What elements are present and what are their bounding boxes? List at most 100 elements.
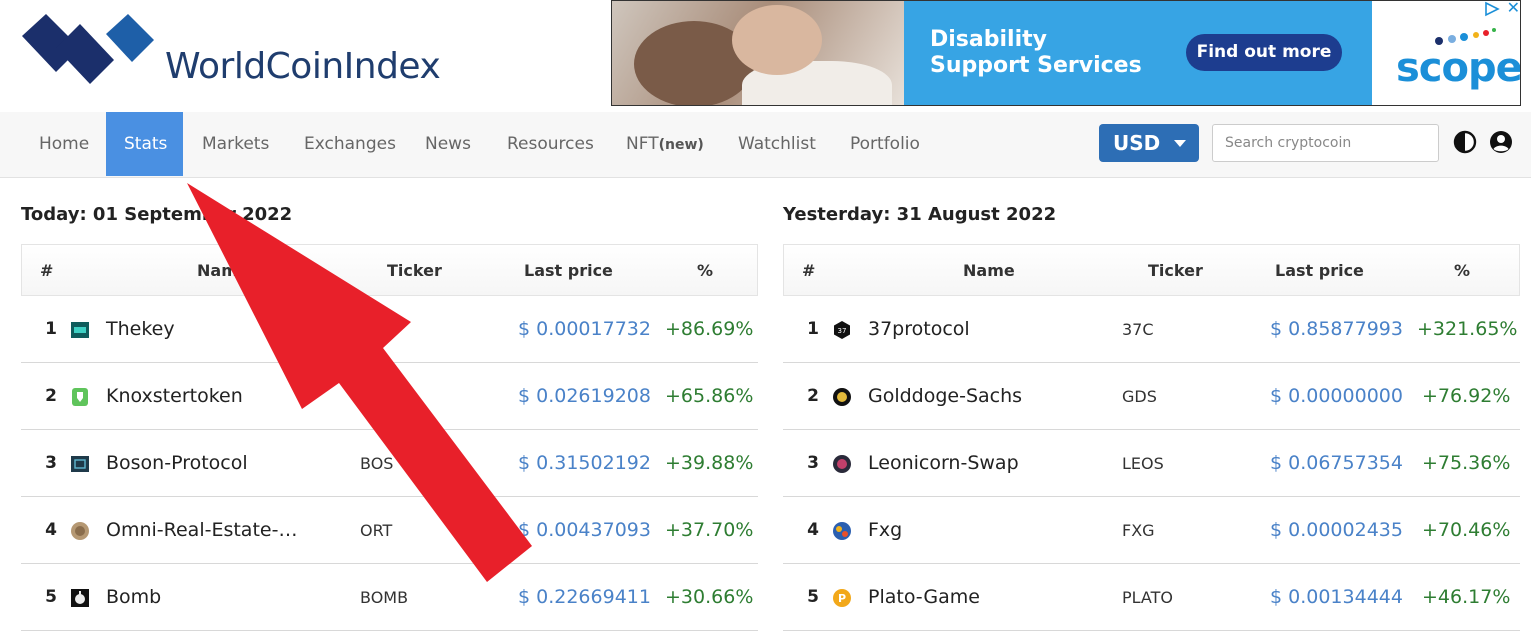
nav-nft[interactable]: NFT(new): [608, 112, 722, 176]
table-row[interactable]: 4 Fxg FXG $ 0.00002435 +70.46%: [783, 497, 1520, 564]
ad-close-icon[interactable]: ✕: [1507, 1, 1520, 17]
col-name: Name: [197, 261, 249, 280]
ticker: BOMB: [360, 588, 409, 607]
ticker: TKY: [360, 320, 390, 339]
last-price: $ 0.31502192: [518, 452, 651, 474]
rank: 5: [45, 587, 57, 607]
svg-text:P: P: [838, 592, 846, 605]
coin-name[interactable]: Plato-Game: [868, 564, 980, 631]
svg-text:37: 37: [838, 327, 847, 335]
nav-resources[interactable]: Resources: [489, 112, 612, 176]
logo-text: WorldCoinIndex: [165, 46, 441, 87]
ticker: LEOS: [1122, 454, 1164, 473]
last-price: $ 0.00002435: [1270, 519, 1403, 541]
ad-find-out-more-button[interactable]: Find out more: [1186, 34, 1342, 71]
rank: 3: [45, 453, 57, 473]
rank: 2: [807, 386, 819, 406]
coin-name[interactable]: Boson-Protocol: [106, 430, 248, 497]
ticker: PLATO: [1122, 588, 1173, 607]
nav-markets[interactable]: Markets: [184, 112, 287, 176]
coin-name[interactable]: 37protocol: [868, 296, 970, 363]
col-rank: #: [802, 261, 816, 280]
ad-headline: Disability Support Services: [930, 27, 1142, 78]
pct-change: +39.88%: [665, 452, 754, 474]
ad-info-icon[interactable]: [1484, 1, 1500, 17]
nav-portfolio[interactable]: Portfolio: [832, 112, 938, 176]
pct-change: +70.46%: [1422, 519, 1511, 541]
last-price: $ 0.00134444: [1270, 586, 1403, 608]
knoxstertoken-icon: [72, 388, 88, 406]
last-price: $ 0.00000000: [1270, 385, 1403, 407]
pct-change: +37.70%: [665, 519, 754, 541]
table-row[interactable]: 2 Knoxstertoken $ 0.02619208 +65.86%: [21, 363, 758, 430]
col-rank: #: [40, 261, 54, 280]
table-row[interactable]: 4 Omni-Real-Estate-… ORT $ 0.00437093 +3…: [21, 497, 758, 564]
site-logo[interactable]: WorldCoinIndex: [22, 14, 442, 94]
col-pct: %: [1454, 261, 1471, 280]
coin-name[interactable]: Omni-Real-Estate-…: [106, 497, 297, 564]
table-row[interactable]: 2 Golddoge-Sachs GDS $ 0.00000000 +76.92…: [783, 363, 1520, 430]
table-row[interactable]: 3 Boson-Protocol BOS $ 0.31502192 +39.88…: [21, 430, 758, 497]
pct-change: +76.92%: [1422, 385, 1511, 407]
37protocol-icon: 37: [834, 321, 850, 339]
ticker: GDS: [1122, 387, 1157, 406]
nav-news[interactable]: News: [407, 112, 489, 176]
ticker: FXG: [1122, 521, 1155, 540]
pct-change: +65.86%: [665, 385, 754, 407]
theme-toggle-icon[interactable]: [1453, 130, 1477, 154]
fxg-icon: [833, 522, 851, 540]
omni-real-estate-icon: [71, 522, 89, 540]
col-ticker: Ticker: [1148, 261, 1203, 280]
ticker: BOS: [360, 454, 394, 473]
today-title: Today: 01 September 2022: [21, 204, 293, 225]
nav-watchlist[interactable]: Watchlist: [720, 112, 834, 176]
table-header: # Name Ticker Last price %: [783, 244, 1520, 296]
table-row[interactable]: 3 Leonicorn-Swap LEOS $ 0.06757354 +75.3…: [783, 430, 1520, 497]
rank: 4: [807, 520, 819, 540]
ticker: ORT: [360, 521, 393, 540]
rank: 2: [45, 386, 57, 406]
coin-name[interactable]: Golddoge-Sachs: [868, 363, 1022, 430]
coin-name[interactable]: Bomb: [106, 564, 161, 631]
boson-protocol-icon: [71, 456, 89, 472]
nav-stats[interactable]: Stats: [106, 112, 183, 176]
main-nav: Home Stats Markets Exchanges News Resour…: [0, 112, 1531, 178]
rank: 3: [807, 453, 819, 473]
table-row[interactable]: 1 Thekey TKY $ 0.00017732 +86.69%: [21, 296, 758, 363]
pct-change: +46.17%: [1422, 586, 1511, 608]
pct-change: +86.69%: [665, 318, 754, 340]
advertisement-banner[interactable]: Disability Support Services Find out mor…: [611, 0, 1521, 106]
rank: 4: [45, 520, 57, 540]
ad-brand-name: scope: [1396, 45, 1521, 91]
pct-change: +75.36%: [1422, 452, 1511, 474]
last-price: $ 0.00437093: [518, 519, 651, 541]
currency-select[interactable]: USD: [1099, 124, 1199, 162]
nav-nft-label: NFT: [626, 134, 659, 154]
col-last-price: Last price: [1275, 261, 1364, 280]
table-header: # Name Ticker Last price %: [21, 244, 758, 296]
last-price: $ 0.02619208: [518, 385, 651, 407]
coin-name[interactable]: Fxg: [868, 497, 902, 564]
last-price: $ 0.85877993: [1270, 318, 1403, 340]
last-price: $ 0.06757354: [1270, 452, 1403, 474]
coin-name[interactable]: Leonicorn-Swap: [868, 430, 1019, 497]
table-row[interactable]: 5 Bomb BOMB $ 0.22669411 +30.66%: [21, 564, 758, 631]
table-row[interactable]: 5 P Plato-Game PLATO $ 0.00134444 +46.17…: [783, 564, 1520, 631]
worldcoinindex-logo-icon: [22, 14, 154, 84]
search-input[interactable]: [1212, 124, 1439, 162]
coin-name[interactable]: Knoxstertoken: [106, 363, 243, 430]
thekey-icon: [71, 322, 89, 338]
yesterday-title: Yesterday: 31 August 2022: [783, 204, 1057, 225]
last-price: $ 0.22669411: [518, 586, 651, 608]
user-account-icon[interactable]: [1489, 130, 1513, 154]
nav-home[interactable]: Home: [21, 112, 107, 176]
currency-label: USD: [1113, 131, 1161, 155]
site-header: WorldCoinIndex Disability Support Servic…: [0, 0, 1531, 112]
bomb-icon: [71, 589, 89, 607]
nav-exchanges[interactable]: Exchanges: [286, 112, 414, 176]
leonicorn-swap-icon: [833, 455, 851, 473]
col-pct: %: [697, 261, 714, 280]
coin-name[interactable]: Thekey: [106, 296, 175, 363]
table-row[interactable]: 1 37 37protocol 37C $ 0.85877993 +321.65…: [783, 296, 1520, 363]
today-table: # Name Ticker Last price % 1 Thekey TKY …: [21, 244, 758, 631]
